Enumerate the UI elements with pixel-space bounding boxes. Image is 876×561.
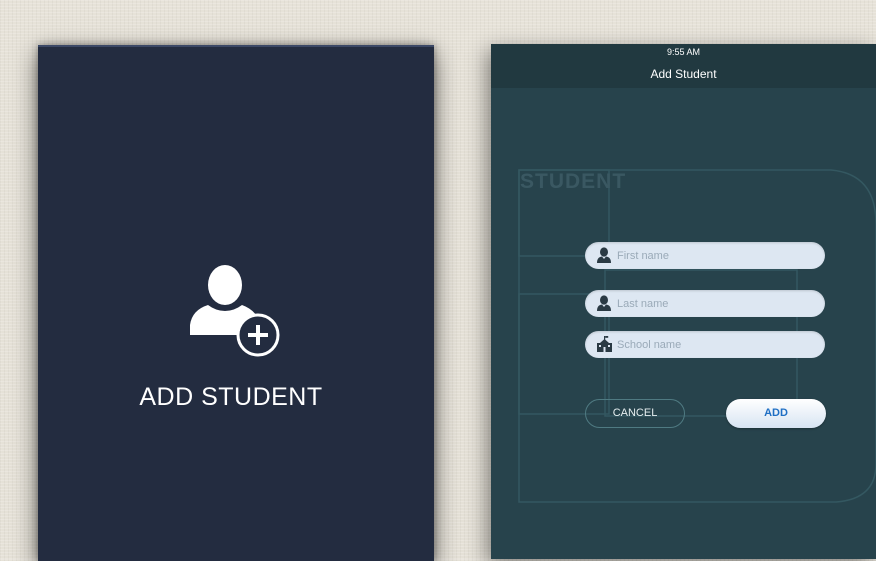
user-icon [597,295,611,311]
status-time: 9:55 AM [666,47,701,57]
user-icon [597,247,611,263]
school-icon [597,336,612,352]
last-name-input[interactable] [617,290,817,317]
school-name-field[interactable] [585,331,825,358]
first-name-field[interactable] [585,242,825,269]
cancel-button[interactable]: CANCEL [585,399,685,428]
page-title: Add Student [650,67,717,81]
add-student-card[interactable]: ADD STUDENT [38,45,434,561]
first-name-input[interactable] [617,242,817,269]
add-student-label: ADD STUDENT [139,383,323,411]
add-button[interactable]: ADD [726,399,826,428]
school-name-input[interactable] [617,331,817,358]
add-user-icon [190,265,280,357]
student-watermark: STUDENT [520,170,627,193]
add-student-form-screen: STUDENT 9:55 AM Add Student CANCEL AD [491,44,876,559]
last-name-field[interactable] [585,290,825,317]
status-bar: 9:55 AM Add Student [491,44,876,88]
